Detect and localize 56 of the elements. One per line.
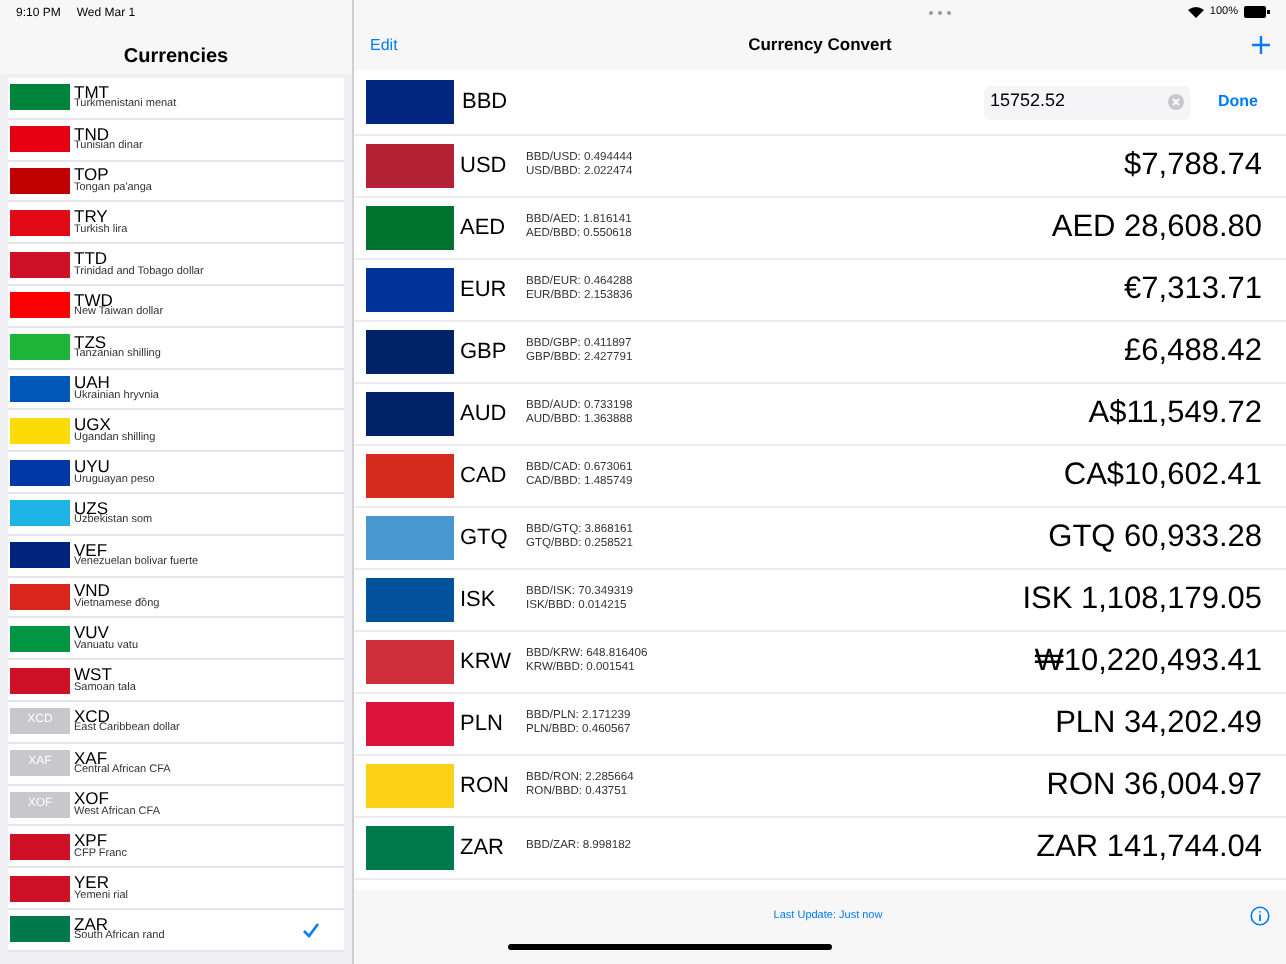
converted-amount: AED 28,608.80 [1051, 208, 1262, 249]
currency-code: UGX [74, 416, 111, 434]
currency-code: TMT [74, 83, 109, 101]
currency-code: PLN [460, 709, 505, 740]
currency-code: UYU [74, 458, 110, 476]
currency-code: UZS [74, 499, 108, 517]
amount-input-field[interactable]: 15752.52 [984, 85, 1190, 119]
converted-amount: CA$10,602.41 [1063, 456, 1262, 497]
currency-code: VUV [74, 624, 109, 642]
currency-code: TTD [74, 250, 108, 268]
currency-code: ISK [460, 585, 498, 616]
add-icon[interactable] [1252, 36, 1270, 55]
converted-amount: PLN 34,202.49 [1055, 704, 1262, 745]
wifi-icon [1187, 6, 1204, 19]
converted-amount: €7,313.71 [1124, 270, 1262, 311]
converted-amount: £6,488.42 [1124, 332, 1262, 373]
currency-code: WST [74, 666, 112, 684]
currency-code: GBP [460, 337, 509, 368]
converted-amount: RON 36,004.97 [1046, 766, 1262, 807]
converted-amount: ₩10,220,493.41 [1034, 642, 1262, 683]
currency-code: VEF [74, 541, 108, 559]
currency-code: XOF [74, 790, 109, 808]
base-currency-code: BBD [462, 87, 508, 118]
currency-code: ZAR [74, 915, 108, 933]
sidebar-title: Currencies [123, 44, 229, 72]
done-button[interactable]: Done [1218, 90, 1258, 114]
currency-code: RON [460, 771, 511, 802]
battery-icon [1244, 6, 1270, 19]
currency-code: USD [460, 151, 509, 182]
converted-amount: ZAR 141,744.04 [1036, 828, 1262, 869]
currency-code: EUR [460, 275, 509, 306]
currency-code: XCD [74, 707, 110, 725]
currency-code: KRW [460, 647, 513, 678]
currency-code: TZS [74, 333, 107, 351]
nav-title: Currency Convert [748, 32, 892, 58]
currency-code: VND [74, 582, 110, 600]
converted-amount: ISK 1,108,179.05 [1022, 580, 1262, 621]
more-dots-icon [928, 9, 952, 16]
currency-code: GTQ [460, 523, 510, 554]
info-icon[interactable] [1250, 906, 1271, 926]
currency-code: TWD [74, 291, 113, 309]
currency-code: YER [74, 874, 109, 892]
currency-code: TOP [74, 166, 109, 184]
converted-amount: A$11,549.72 [1088, 394, 1262, 435]
edit-button[interactable]: Edit [370, 33, 749, 58]
currency-code: ZAR [460, 833, 506, 864]
currency-code: XPF [74, 832, 108, 850]
currency-code: TND [74, 125, 109, 143]
currency-code: UAH [74, 374, 110, 392]
converted-amount: GTQ 60,933.28 [1048, 518, 1262, 559]
currency-code: XAF [74, 749, 108, 767]
converted-amount: $7,788.74 [1124, 146, 1262, 187]
currency-code: TRY [74, 208, 108, 226]
currency-code: AED [460, 213, 508, 244]
currency-code: AUD [460, 399, 509, 430]
currency-code: CAD [460, 461, 509, 492]
